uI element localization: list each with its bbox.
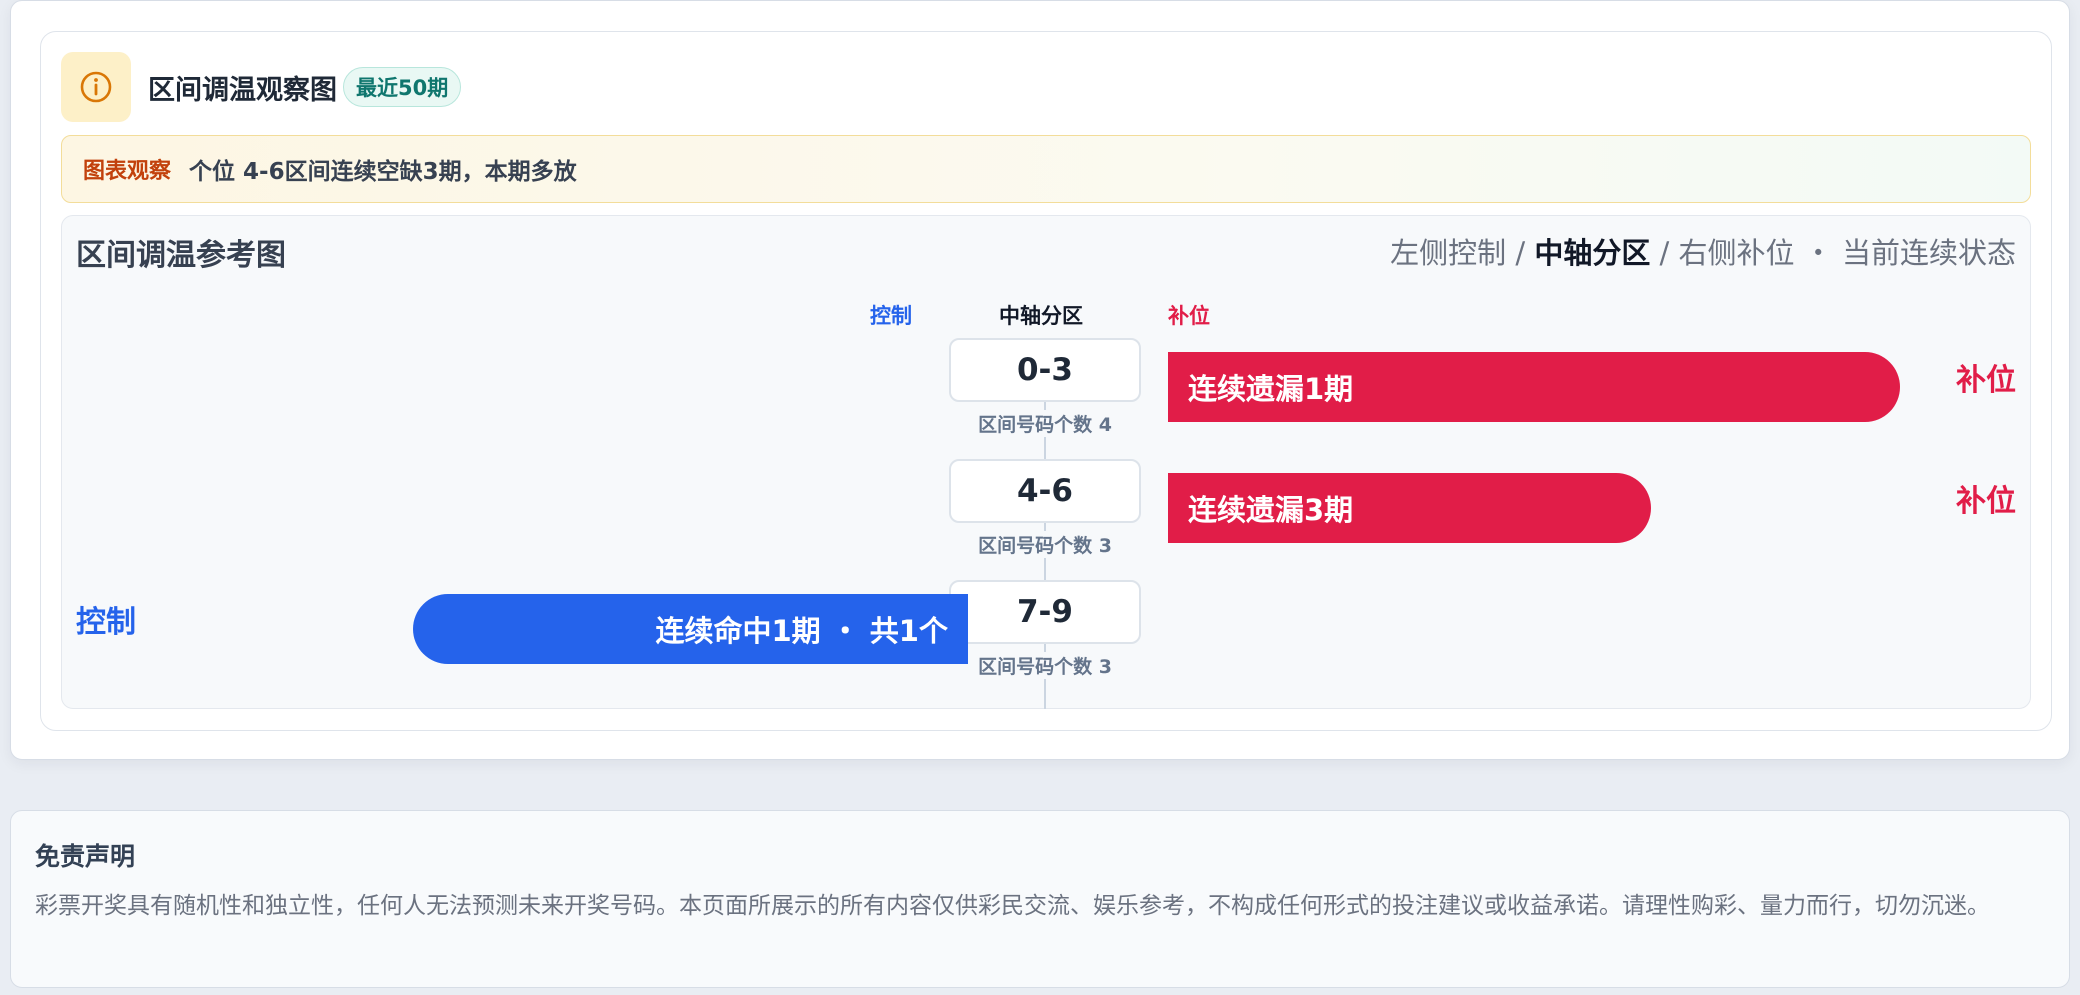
zone-count-label: 区间号码个数 3: [949, 652, 1141, 679]
column-header-axis: 中轴分区: [999, 304, 1083, 328]
reference-chart-panel: 区间调温参考图 左侧控制 / 中轴分区 / 右侧补位 ・ 当前连续状态 控制 中…: [61, 215, 2031, 709]
supplement-bar: 连续遗漏1期: [1168, 352, 1900, 422]
chart-observation: 图表观察 个位 4-6区间连续空缺3期，本期多放: [61, 135, 2031, 203]
observation-text: 个位 4-6区间连续空缺3期，本期多放: [189, 159, 577, 185]
legend-center: 中轴分区: [1534, 236, 1651, 270]
observation-label: 图表观察: [83, 159, 172, 184]
column-header-control: 控制: [870, 304, 912, 328]
disclaimer-title: 免责声明: [35, 842, 136, 871]
info-icon: [61, 52, 131, 122]
zone-range-box: 7-9: [949, 580, 1141, 644]
zone-count-label: 区间号码个数 3: [949, 531, 1141, 558]
disclaimer-box: 免责声明 彩票开奖具有随机性和独立性，任何人无法预测未来开奖号码。本页面所展示的…: [10, 810, 2070, 988]
control-label: 控制: [76, 605, 136, 640]
control-bar: 连续命中1期 ・ 共1个: [413, 594, 968, 664]
panel-legend: 左侧控制 / 中轴分区 / 右侧补位 ・ 当前连续状态: [1390, 230, 2016, 272]
supplement-label: 补位: [1956, 363, 2016, 398]
disclaimer-text: 彩票开奖具有随机性和独立性，任何人无法预测未来开奖号码。本页面所展示的所有内容仅…: [35, 893, 1990, 919]
column-header-supplement: 补位: [1168, 304, 1210, 328]
zone-temperature-card: 区间调温观察图 最近50期 图表观察 个位 4-6区间连续空缺3期，本期多放 区…: [10, 0, 2070, 760]
zone-range-box: 4-6: [949, 459, 1141, 523]
card-title: 区间调温观察图: [148, 75, 337, 106]
legend-right: / 右侧补位 ・ 当前连续状态: [1650, 236, 2016, 270]
supplement-label: 补位: [1956, 484, 2016, 519]
panel-title: 区间调温参考图: [76, 238, 286, 273]
zone-range-box: 0-3: [949, 338, 1141, 402]
supplement-bar: 连续遗漏3期: [1168, 473, 1651, 543]
period-badge: 最近50期: [343, 67, 462, 107]
zone-temperature-inner: 区间调温观察图 最近50期 图表观察 个位 4-6区间连续空缺3期，本期多放 区…: [40, 31, 2052, 731]
zone-count-label: 区间号码个数 4: [949, 410, 1141, 437]
legend-left: 左侧控制 /: [1390, 236, 1535, 270]
